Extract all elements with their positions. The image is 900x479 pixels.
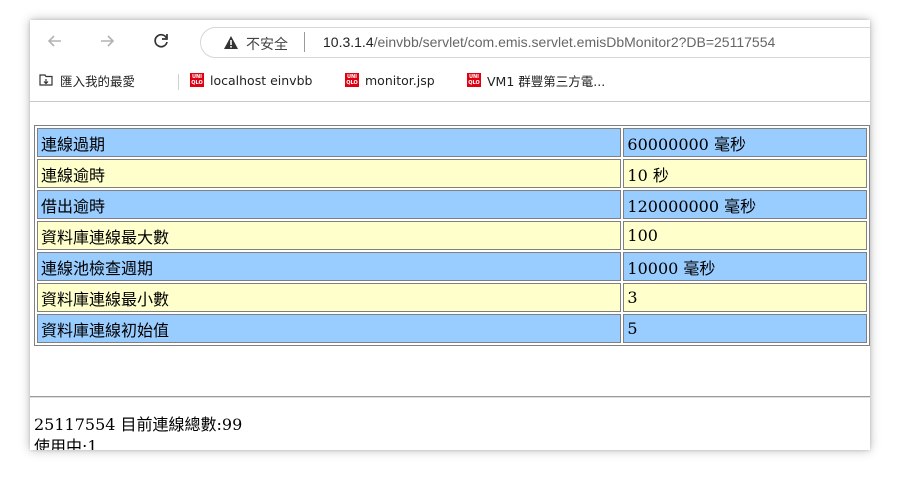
bookmark-label: 匯入我的最愛 [60, 73, 136, 89]
browser-toolbar: 不安全 10.3.1.4/einvbb/servlet/com.emis.ser… [30, 20, 870, 62]
row-key: 資料庫連線最大數 [37, 221, 622, 250]
row-key: 連線池檢查週期 [37, 252, 622, 281]
forward-button[interactable] [96, 30, 118, 52]
row-key: 連線過期 [37, 128, 622, 157]
page-content: 連線過期 60000000 毫秒 連線逾時 10 秒 借出逾時 12000000… [30, 102, 870, 450]
table-row: 資料庫連線最大數 100 [37, 221, 867, 250]
row-value: 3 [623, 283, 867, 312]
bookmark-localhost-einvbb[interactable]: UNI QLO localhost einvbb [190, 70, 312, 90]
browser-window: 不安全 10.3.1.4/einvbb/servlet/com.emis.ser… [30, 20, 870, 450]
row-key: 資料庫連線最小數 [37, 283, 622, 312]
bookmark-divider [178, 74, 179, 90]
total-connections-text: 25117554 目前連線總數:99 [34, 415, 243, 434]
in-use-text: 使用中:1 [34, 437, 98, 450]
table-row: 資料庫連線最小數 3 [37, 283, 867, 312]
row-value: 120000000 毫秒 [623, 190, 867, 219]
url-host: 10.3.1.4 [323, 34, 374, 50]
table-row: 資料庫連線初始值 5 [37, 314, 867, 343]
row-value: 10000 毫秒 [623, 252, 867, 281]
warning-triangle-icon [223, 35, 239, 54]
address-divider [304, 32, 305, 52]
address-bar[interactable]: 不安全 10.3.1.4/einvbb/servlet/com.emis.ser… [200, 27, 870, 58]
bookmark-import-favorites[interactable]: 匯入我的最愛 [38, 70, 135, 90]
table-row: 借出逾時 120000000 毫秒 [37, 190, 867, 219]
reload-icon [154, 33, 168, 48]
arrow-right-icon [101, 35, 115, 47]
row-key: 連線逾時 [37, 159, 622, 188]
bookmark-label: VM1 群豐第三方電... [487, 73, 606, 89]
arrow-left-icon [47, 35, 61, 47]
bookmarks-bar: 匯入我的最愛 UNI QLO localhost einvbb UNI QLO mo… [30, 62, 870, 98]
row-value: 5 [623, 314, 867, 343]
security-status-label[interactable]: 不安全 [246, 34, 288, 54]
row-value: 100 [623, 221, 867, 250]
uniqlo-favicon: UNI QLO [467, 73, 481, 87]
row-key: 資料庫連線初始值 [37, 314, 622, 343]
uniqlo-favicon: UNI QLO [190, 73, 204, 87]
reload-button[interactable] [150, 30, 172, 52]
favicon-text-bottom: QLO [346, 80, 358, 86]
table-row: 連線逾時 10 秒 [37, 159, 867, 188]
bookmark-label: monitor.jsp [365, 72, 435, 88]
bookmark-label: localhost einvbb [210, 72, 313, 88]
horizontal-rule [30, 396, 870, 398]
row-value: 10 秒 [623, 159, 867, 188]
back-button[interactable] [44, 30, 66, 52]
favicon-text-bottom: QLO [191, 80, 203, 86]
bookmark-vm1[interactable]: UNI QLO VM1 群豐第三方電... [467, 70, 605, 90]
bookmark-monitor-jsp[interactable]: UNI QLO monitor.jsp [345, 70, 435, 90]
url-text[interactable]: 10.3.1.4/einvbb/servlet/com.emis.servlet… [323, 34, 775, 50]
table-row: 連線池檢查週期 10000 毫秒 [37, 252, 867, 281]
monitor-table: 連線過期 60000000 毫秒 連線逾時 10 秒 借出逾時 12000000… [34, 125, 870, 346]
url-path: /einvbb/servlet/com.emis.servlet.emisDbM… [373, 34, 776, 50]
uniqlo-favicon: UNI QLO [345, 73, 359, 87]
table-row: 連線過期 60000000 毫秒 [37, 128, 867, 157]
connection-summary: 25117554 目前連線總數:99 使用中:1 [34, 414, 242, 450]
row-key: 借出逾時 [37, 190, 622, 219]
import-favorites-icon [39, 74, 53, 86]
row-value: 60000000 毫秒 [623, 128, 867, 157]
favicon-text-bottom: QLO [468, 80, 480, 86]
